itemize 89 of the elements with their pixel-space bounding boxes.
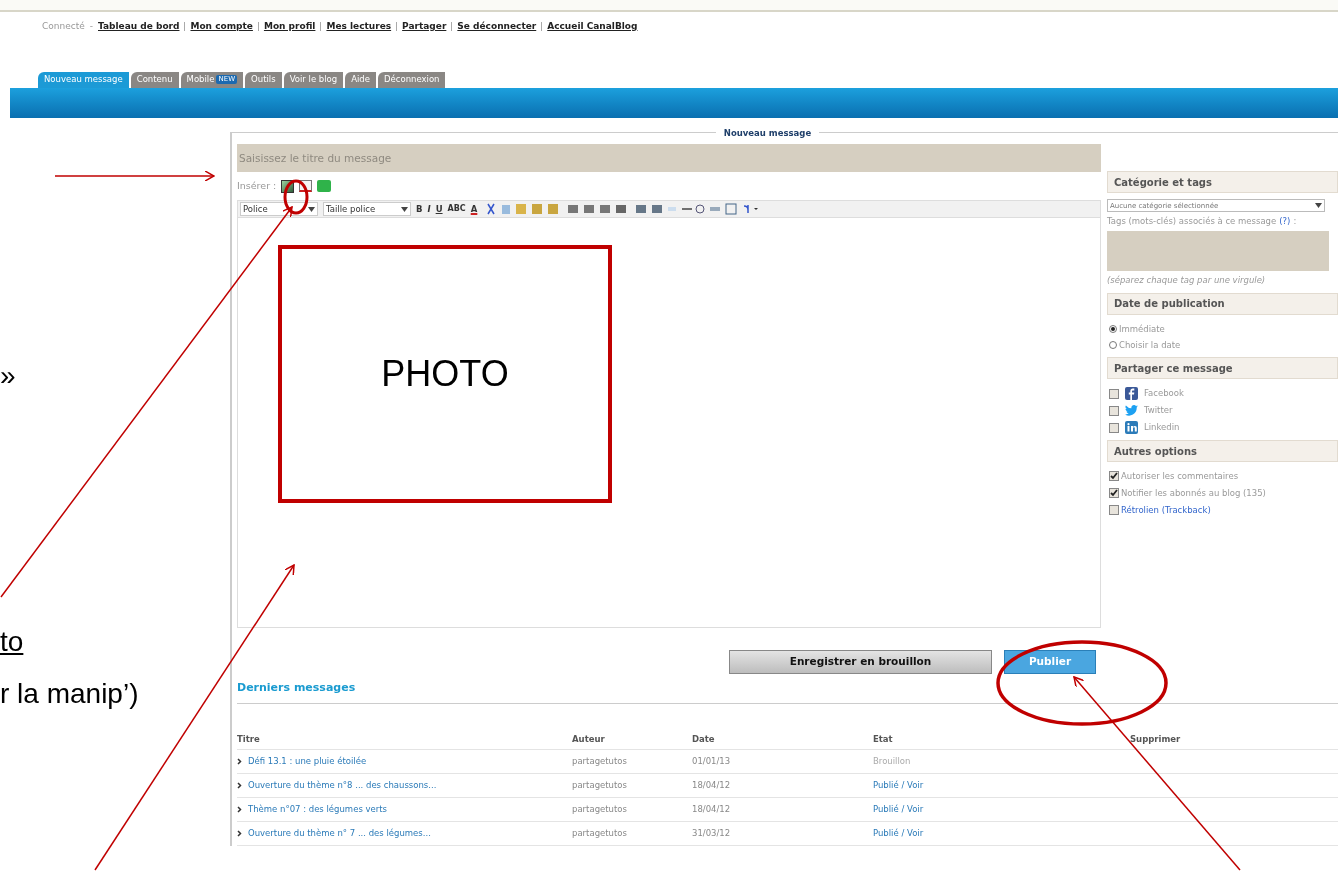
nav-tab[interactable]: Nouveau message [38,71,129,88]
header-link[interactable]: Mon compte [190,20,253,34]
checkbox[interactable] [1109,471,1119,482]
option-label: Twitter [1144,404,1173,417]
state-cell-text: Brouillon [873,754,912,768]
option-label: Linkedin [1144,421,1180,434]
header-link[interactable]: Se déconnecter [457,20,537,34]
nav-tab[interactable]: Voir le blog [283,71,344,88]
column-header: Auteur [572,732,606,746]
author-cell-text: partagetutos [572,826,628,840]
date-cell-text: 31/03/12 [692,826,732,840]
radio-button[interactable] [1109,325,1117,334]
state-link[interactable]: Publié / Voir [873,778,1130,792]
column-header: Titre [237,732,261,746]
video-icon[interactable] [317,180,332,193]
save-draft-button[interactable]: Enregistrer en brouillon [729,650,992,675]
facebook-icon [1125,387,1138,401]
tags-field[interactable] [1107,231,1329,271]
format-button[interactable]: B [416,202,423,216]
photo-placeholder: PHOTO [278,245,612,504]
checkbox[interactable] [1109,405,1119,416]
section-header: Partager ce message [1107,357,1338,380]
option-label: Notifier les abonnés au blog (135) [1121,486,1266,500]
date-cell-text: 18/04/12 [692,802,732,816]
option-label: Autoriser les commentaires [1121,470,1239,483]
option-label: Facebook [1144,387,1184,401]
header-link[interactable]: Accueil CanalBlog [547,20,638,34]
tags-label: Tags (mots-clés) associés à ce message [1107,215,1277,228]
state-link[interactable]: Publié / Voir [873,826,1130,840]
message-link[interactable]: Défi 13.1 : une pluie étoilée [248,754,367,768]
bird-icon [1125,405,1138,417]
section-header: Autres options [1107,440,1338,462]
caret-icon [308,206,315,212]
linkedin-icon [1125,421,1138,434]
section-header: Catégorie et tags [1107,171,1338,194]
radio-button[interactable] [1109,340,1117,349]
chevron-icon [237,781,242,789]
title-field[interactable]: Saisissez le titre du message [237,144,1101,173]
font-size-select[interactable]: Taille police [323,202,411,217]
section-title: Derniers messages [237,680,1338,704]
chevron-icon [237,829,242,837]
message-link[interactable]: Ouverture du thème n° 7 ... des légumes... [248,826,431,840]
insert-label: Insérer : [237,179,277,194]
state-link[interactable]: Publié / Voir [873,802,1130,816]
author-cell-text: partagetutos [572,802,628,816]
caret-icon [1315,203,1322,209]
author-cell-text: partagetutos [572,754,628,768]
column-header: Supprimer [1130,732,1181,746]
separator-text: - [89,20,93,33]
tags-hint: (séparez chaque tag par une virgule) [1107,274,1267,287]
option-link[interactable]: Rétrolien (Trackback) [1121,503,1211,517]
panel-title: Nouveau message [715,126,820,140]
nav-tab[interactable]: Outils [245,71,282,88]
checkbox[interactable] [1109,388,1119,399]
section-header: Date de publication [1107,292,1338,315]
status-text: Connecté [42,20,85,33]
format-button[interactable]: I [427,202,431,216]
header-link[interactable]: Mes lectures [326,20,392,34]
date-cell-text: 18/04/12 [692,778,732,792]
format-button[interactable]: A [470,202,478,216]
column-header: Etat [873,732,894,746]
colon-text: : [1293,215,1297,228]
annotation-text: to [0,628,24,656]
column-header: Date [692,732,716,746]
annotation-text: r la manip’) [0,680,139,708]
message-link[interactable]: Thème n°07 : des légumes verts [248,802,388,816]
format-button[interactable]: U [435,202,443,216]
nav-tab[interactable]: Aide [345,71,376,88]
header-link[interactable]: Mon profil [263,20,316,34]
header-link[interactable]: Tableau de bord [98,20,180,34]
chevron-icon [237,757,242,765]
annotation-text: » [0,362,16,390]
annotation-circle [283,179,309,215]
message-link[interactable]: Ouverture du thème n°8 ... des chaussons... [248,778,437,792]
editor-area[interactable]: PHOTO [237,218,1101,629]
author-cell-text: partagetutos [572,778,628,792]
nav-tab[interactable]: Déconnexion [378,71,446,88]
help-link[interactable]: (?) [1279,215,1291,228]
header-link[interactable]: Partager [402,20,447,34]
checkbox[interactable] [1109,504,1119,515]
checkbox[interactable] [1109,422,1119,433]
checkbox[interactable] [1109,488,1119,499]
date-cell-text: 01/01/13 [692,754,732,768]
caret-icon [401,206,408,212]
format-button[interactable]: ABC [447,203,466,216]
nav-tab[interactable]: Contenu [130,71,179,88]
radio-label: Choisir la date [1119,338,1181,352]
radio-label: Immédiate [1119,322,1165,336]
chevron-icon [237,805,242,813]
